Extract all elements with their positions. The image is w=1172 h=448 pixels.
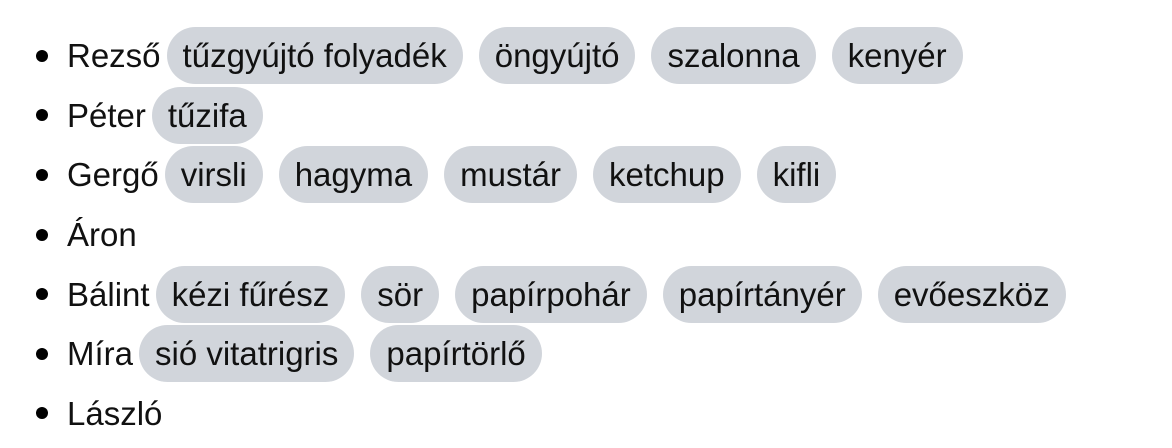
item-tag: hagyma	[278, 146, 429, 204]
bullet-icon	[36, 347, 48, 360]
item-tag: papírpohár	[455, 265, 647, 323]
person-name: Péter	[67, 96, 146, 134]
item-tag: kézi fűrész	[155, 265, 346, 323]
item-tag: öngyújtó	[478, 27, 636, 85]
people-list: Rezső tűzgyújtó folyadék öngyújtó szalon…	[32, 26, 1082, 443]
item-tag: tűzifa	[151, 86, 263, 144]
item-tag: mustár	[444, 146, 577, 204]
item-tag: papírtányér	[662, 265, 862, 323]
person-name: Rezső	[67, 37, 161, 75]
item-tags: sió vitatrigris papírtörlő	[139, 325, 558, 383]
person-row: Rezső tűzgyújtó folyadék öngyújtó szalon…	[32, 26, 1082, 86]
item-tag: ketchup	[592, 146, 741, 204]
bullet-icon	[36, 288, 48, 301]
item-tag: kifli	[756, 146, 837, 204]
person-name: László	[67, 394, 163, 432]
person-name: Míra	[67, 335, 133, 373]
person-row: Péter tűzifa	[32, 86, 1082, 146]
item-tag: szalonna	[651, 27, 816, 85]
person-row: Áron	[32, 205, 1082, 265]
person-row: Gergő virsli hagyma mustár ketchup kifli	[32, 145, 1082, 205]
item-tags: virsli hagyma mustár ketchup kifli	[164, 146, 853, 204]
item-tag: tűzgyújtó folyadék	[166, 27, 463, 85]
item-tag: virsli	[164, 146, 263, 204]
person-name: Gergő	[67, 156, 159, 194]
person-name: Bálint	[67, 275, 150, 313]
item-tags: tűzifa	[151, 86, 279, 144]
bullet-icon	[36, 49, 48, 62]
item-tag: kenyér	[831, 27, 963, 85]
bullet-icon	[36, 228, 48, 241]
bullet-icon	[36, 168, 48, 181]
person-row: Bálint kézi fűrész sör papírpohár papírt…	[32, 264, 1082, 324]
item-tags: tűzgyújtó folyadék öngyújtó szalonna ken…	[166, 27, 979, 85]
item-tag: papírtörlő	[370, 325, 542, 383]
item-tag: sör	[361, 265, 440, 323]
item-tag: sió vitatrigris	[139, 325, 355, 383]
item-tag: evőeszköz	[877, 265, 1066, 323]
item-tags: kézi fűrész sör papírpohár papírtányér e…	[155, 265, 1082, 323]
person-name: Áron	[67, 216, 137, 254]
person-row: Míra sió vitatrigris papírtörlő	[32, 324, 1082, 384]
bullet-icon	[36, 109, 48, 122]
bullet-icon	[36, 407, 48, 420]
person-row: László	[32, 384, 1082, 444]
